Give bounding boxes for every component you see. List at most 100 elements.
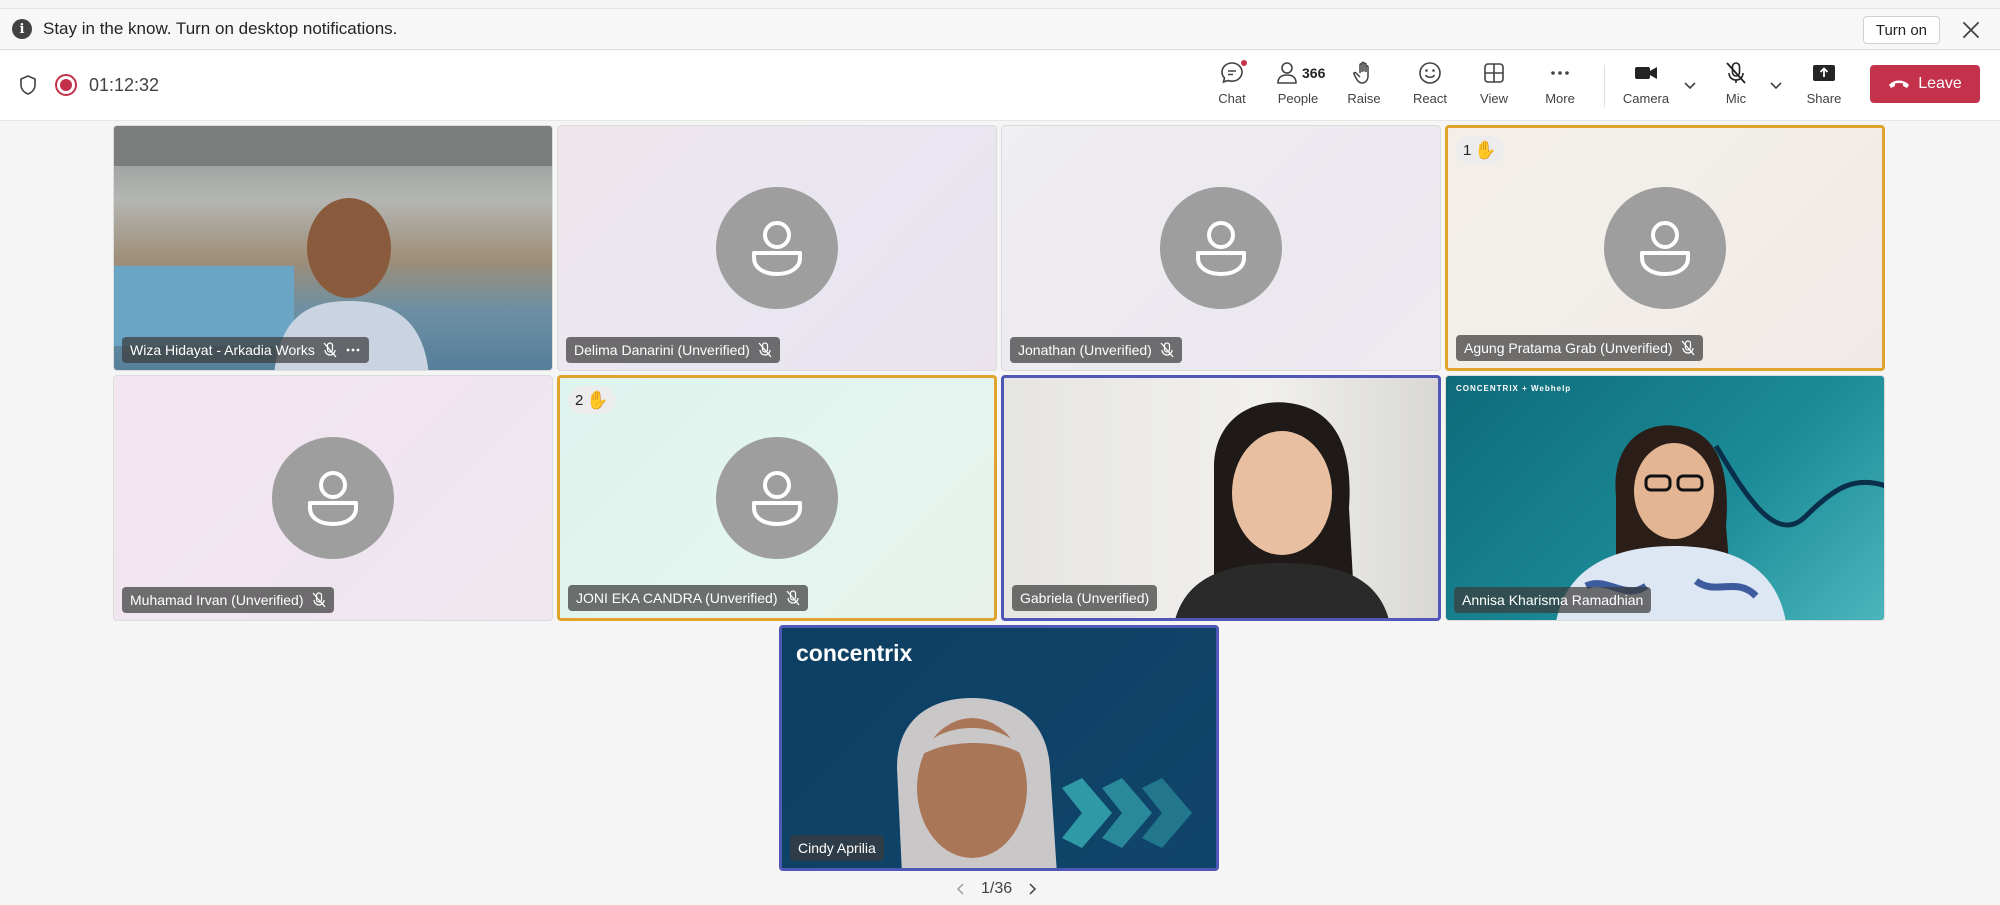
avatar [716, 437, 838, 559]
people-button[interactable]: 366 People [1266, 59, 1330, 115]
mic-off-icon [1681, 340, 1695, 356]
info-icon: i [12, 19, 32, 39]
avatar [272, 437, 394, 559]
raised-hand-badge: 2 ✋ [568, 386, 616, 414]
react-button[interactable]: React [1400, 59, 1460, 115]
mic-off-icon [1160, 342, 1174, 358]
participant-video [1556, 425, 1884, 620]
chevron-left-icon[interactable] [955, 882, 967, 896]
participant-name: Cindy Aprilia [798, 840, 876, 856]
participant-name-tag: Jonathan (Unverified) [1010, 337, 1182, 363]
hand-order: 2 [575, 391, 584, 409]
people-count: 366 [1302, 65, 1326, 81]
mic-label: Mic [1725, 91, 1747, 106]
banner-message: Stay in the know. Turn on desktop notifi… [43, 19, 398, 38]
participant-name: Annisa Kharisma Ramadhian [1462, 592, 1644, 608]
participant-name: JONI EKA CANDRA (Unverified) [576, 590, 778, 606]
video-tile[interactable]: CONCENTRIX + Webhelp Annisa Kharisma Ram… [1445, 375, 1885, 621]
participant-video [1175, 402, 1389, 618]
video-tile[interactable]: Muhamad Irvan (Unverified) [113, 375, 553, 621]
emoji-icon [1419, 62, 1441, 84]
camera-feed [114, 126, 552, 166]
leave-button[interactable]: Leave [1870, 65, 1980, 103]
video-tile[interactable]: Gabriela (Unverified) [1001, 375, 1441, 621]
camera-options-chevron-icon[interactable] [1680, 75, 1700, 95]
hang-up-icon [1889, 80, 1910, 88]
participant-name: Wiza Hidayat - Arkadia Works [130, 342, 315, 358]
raise-label: Raise [1347, 91, 1381, 106]
raised-hand-icon: ✋ [586, 389, 609, 410]
chat-label: Chat [1218, 91, 1246, 106]
participant-name-tag: Gabriela (Unverified) [1012, 585, 1158, 611]
participant-name: Gabriela (Unverified) [1020, 590, 1150, 606]
mic-off-icon [758, 342, 772, 358]
avatar [716, 187, 838, 309]
more-icon [1551, 71, 1569, 75]
camera-label: Camera [1622, 91, 1670, 106]
video-tile[interactable]: Delima Danarini (Unverified) [557, 125, 997, 371]
participant-name-tag: Cindy Aprilia [790, 835, 884, 861]
raised-hand-badge: 1 ✋ [1456, 136, 1504, 164]
hand-icon [1353, 61, 1369, 84]
camera-icon [1635, 67, 1657, 79]
mic-button[interactable]: Mic [1706, 59, 1766, 115]
view-label: View [1480, 91, 1508, 106]
participant-name-tag: Annisa Kharisma Ramadhian [1454, 587, 1652, 613]
people-label: People [1277, 91, 1319, 106]
raise-hand-button[interactable]: Raise [1334, 59, 1394, 115]
view-button[interactable]: View [1464, 59, 1524, 115]
unread-dot [1240, 59, 1248, 67]
person-icon [308, 471, 358, 526]
person-icon [752, 221, 802, 276]
leave-label: Leave [1918, 75, 1962, 92]
mic-options-chevron-icon[interactable] [1766, 75, 1786, 95]
mic-off-icon [1726, 62, 1746, 84]
meeting-timer: 01:12:32 [89, 75, 160, 95]
more-options-icon[interactable] [345, 342, 361, 358]
share-screen-icon [1813, 65, 1835, 81]
raised-hand-icon: ✋ [1474, 139, 1497, 160]
share-button[interactable]: Share [1794, 59, 1854, 115]
share-label: Share [1806, 91, 1842, 106]
page-indicator: 1/36 [981, 880, 1013, 897]
video-tile[interactable]: Wiza Hidayat - Arkadia Works [113, 125, 553, 371]
person-icon [752, 471, 802, 526]
grid-view-icon [1484, 63, 1504, 83]
participant-name: Jonathan (Unverified) [1018, 342, 1152, 358]
meeting-toolbar: 01:12:32 Chat 366 People Raise React Vie… [0, 51, 2000, 121]
person-icon [1640, 221, 1690, 276]
shield-icon[interactable] [18, 74, 38, 96]
chat-button[interactable]: Chat [1202, 59, 1262, 115]
participant-name: Delima Danarini (Unverified) [574, 342, 750, 358]
participant-name-tag: Muhamad Irvan (Unverified) [122, 587, 334, 613]
participant-name: Agung Pratama Grab (Unverified) [1464, 340, 1673, 356]
mic-off-icon [323, 342, 337, 358]
camera-button[interactable]: Camera [1616, 59, 1676, 115]
participant-name-tag: Wiza Hidayat - Arkadia Works [122, 337, 369, 363]
video-tile[interactable]: 1 ✋ Agung Pratama Grab (Unverified) [1445, 125, 1885, 371]
mic-off-icon [312, 592, 326, 608]
avatar [1160, 187, 1282, 309]
more-button[interactable]: More [1530, 59, 1590, 115]
participant-name-tag: JONI EKA CANDRA (Unverified) [568, 585, 808, 611]
participant-name-tag: Delima Danarini (Unverified) [566, 337, 780, 363]
hand-order: 1 [1463, 141, 1472, 159]
avatar [1604, 187, 1726, 309]
more-label: More [1545, 91, 1575, 106]
video-tile[interactable]: 2 ✋ JONI EKA CANDRA (Unverified) [557, 375, 997, 621]
participant-name: Muhamad Irvan (Unverified) [130, 592, 304, 608]
react-label: React [1413, 91, 1447, 106]
toolbar-divider [1604, 65, 1605, 107]
person-icon [1196, 221, 1246, 276]
recording-icon [55, 74, 77, 96]
gallery-pager: 1/36 [955, 880, 1038, 898]
mic-off-icon [786, 590, 799, 606]
video-tile[interactable]: Jonathan (Unverified) [1001, 125, 1441, 371]
participant-name-tag: Agung Pratama Grab (Unverified) [1456, 335, 1703, 361]
chevron-right-icon[interactable] [1026, 882, 1038, 896]
turn-on-notifications-button[interactable]: Turn on [1862, 16, 1940, 44]
video-tile[interactable]: concentrix Cindy Aprilia [779, 625, 1219, 871]
people-icon [1277, 62, 1297, 84]
notification-banner: i Stay in the know. Turn on desktop noti… [0, 8, 2000, 50]
close-icon[interactable] [1958, 17, 1984, 43]
